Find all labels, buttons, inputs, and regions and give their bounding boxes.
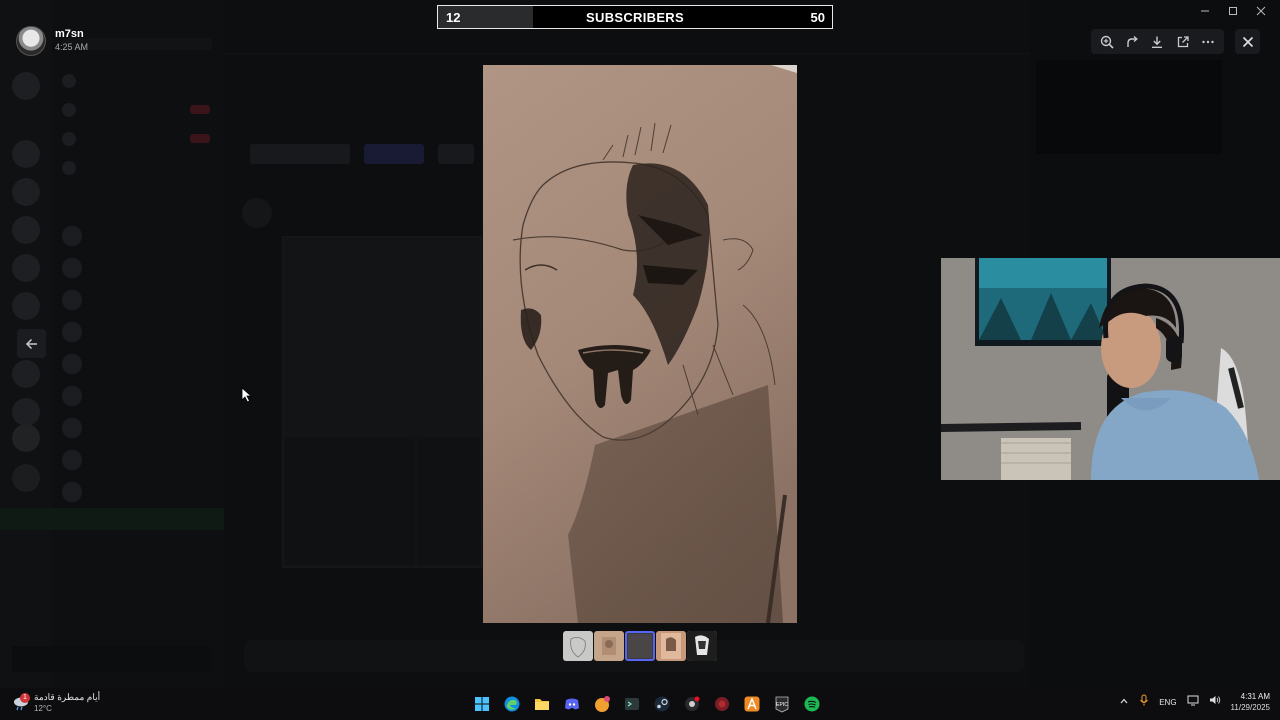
microphone-icon[interactable] xyxy=(1139,693,1149,711)
terminal-icon[interactable] xyxy=(620,692,644,716)
server-icon xyxy=(12,360,40,388)
window-close-icon[interactable] xyxy=(1254,4,1268,18)
weather-alert-badge: 1 xyxy=(20,693,30,703)
thumbnail[interactable] xyxy=(687,631,717,661)
user-panel xyxy=(12,646,212,672)
taskbar-apps: EPIC xyxy=(470,692,824,716)
server-icon xyxy=(12,72,40,100)
app-orange-icon[interactable] xyxy=(590,692,614,716)
red-app-icon[interactable] xyxy=(710,692,734,716)
download-icon[interactable] xyxy=(1146,31,1168,53)
thumbnail[interactable] xyxy=(594,631,624,661)
chat-image-preview xyxy=(282,236,482,568)
subscriber-label: SUBSCRIBERS xyxy=(586,10,684,25)
previous-image-button[interactable] xyxy=(17,329,46,358)
server-icon xyxy=(12,178,40,206)
mouse-cursor xyxy=(241,387,253,408)
language-indicator[interactable]: ENG xyxy=(1159,698,1176,707)
windows-start-icon[interactable] xyxy=(470,692,494,716)
server-icon xyxy=(12,216,40,244)
server-icon xyxy=(12,140,40,168)
svg-text:EPIC: EPIC xyxy=(776,702,788,708)
chevron-up-icon[interactable] xyxy=(1119,693,1129,711)
avatar[interactable] xyxy=(16,26,46,56)
more-icon[interactable] xyxy=(1197,31,1219,53)
rotate-icon[interactable] xyxy=(1121,31,1143,53)
server-icon xyxy=(12,254,40,282)
system-tray: ENG 4:31 AM 11/29/2025 xyxy=(1119,691,1270,713)
voice-status-bar xyxy=(0,508,224,530)
profile-banner xyxy=(1036,60,1222,154)
thumbnail-strip xyxy=(563,631,717,661)
server-icon xyxy=(12,292,40,320)
thumbnail[interactable] xyxy=(656,631,686,661)
file-explorer-icon[interactable] xyxy=(530,692,554,716)
network-icon[interactable] xyxy=(1187,693,1199,711)
server-icon xyxy=(12,424,40,452)
account-name: m7sn xyxy=(55,28,84,40)
thumbnail[interactable] xyxy=(563,631,593,661)
a-app-icon[interactable] xyxy=(740,692,764,716)
image-viewer-toolbar xyxy=(1091,29,1224,54)
ghost-button xyxy=(364,144,424,164)
weather-widget[interactable]: 1 أيام ممطرة قادمة 12°C xyxy=(12,691,100,715)
new-badge xyxy=(190,134,210,143)
viewer-image[interactable] xyxy=(483,65,797,623)
epic-games-icon[interactable]: EPIC xyxy=(770,692,794,716)
ghost-button xyxy=(250,144,350,164)
ghost-button xyxy=(438,144,474,164)
subscriber-goal-bar: 12 SUBSCRIBERS 50 xyxy=(437,5,833,29)
maximize-icon[interactable] xyxy=(1226,4,1240,18)
direct-messages-column xyxy=(0,0,224,688)
discord-icon[interactable] xyxy=(560,692,584,716)
weather-temperature: 12°C xyxy=(34,704,52,713)
zoom-in-icon[interactable] xyxy=(1096,31,1118,53)
account-info: m7sn 4:25 AM xyxy=(16,26,88,56)
taskbar: 1 أيام ممطرة قادمة 12°C EPIC ENG 4:31 AM… xyxy=(0,688,1280,720)
clock[interactable]: 4:31 AM 11/29/2025 xyxy=(1231,691,1270,713)
clock-time: 4:31 AM xyxy=(1240,692,1270,701)
arrow-left-icon xyxy=(25,338,37,349)
server-icon xyxy=(12,464,40,492)
record-app-icon[interactable] xyxy=(680,692,704,716)
message-time: 4:25 AM xyxy=(55,42,89,52)
spotify-icon[interactable] xyxy=(800,692,824,716)
server-icon xyxy=(12,398,40,426)
close-icon[interactable] xyxy=(1235,29,1260,54)
weather-description: أيام ممطرة قادمة xyxy=(34,692,101,702)
open-external-icon[interactable] xyxy=(1172,31,1194,53)
new-badge xyxy=(190,105,210,114)
clock-date: 11/29/2025 xyxy=(1230,703,1270,712)
screen: m7sn 4:25 AM 12 SUBSCRIBERS 50 1 أيام مم… xyxy=(0,0,1280,720)
edge-icon[interactable] xyxy=(500,692,524,716)
window-controls xyxy=(1198,4,1268,18)
webcam-overlay xyxy=(941,258,1280,480)
steam-icon[interactable] xyxy=(650,692,674,716)
thumbnail-selected[interactable] xyxy=(625,631,655,661)
subscriber-goal: 50 xyxy=(810,10,825,25)
message-avatar xyxy=(242,198,272,228)
chat-header xyxy=(224,28,1030,54)
cloud-rain-icon: 1 xyxy=(12,693,30,712)
volume-icon[interactable] xyxy=(1209,693,1221,711)
minimize-icon[interactable] xyxy=(1198,4,1212,18)
